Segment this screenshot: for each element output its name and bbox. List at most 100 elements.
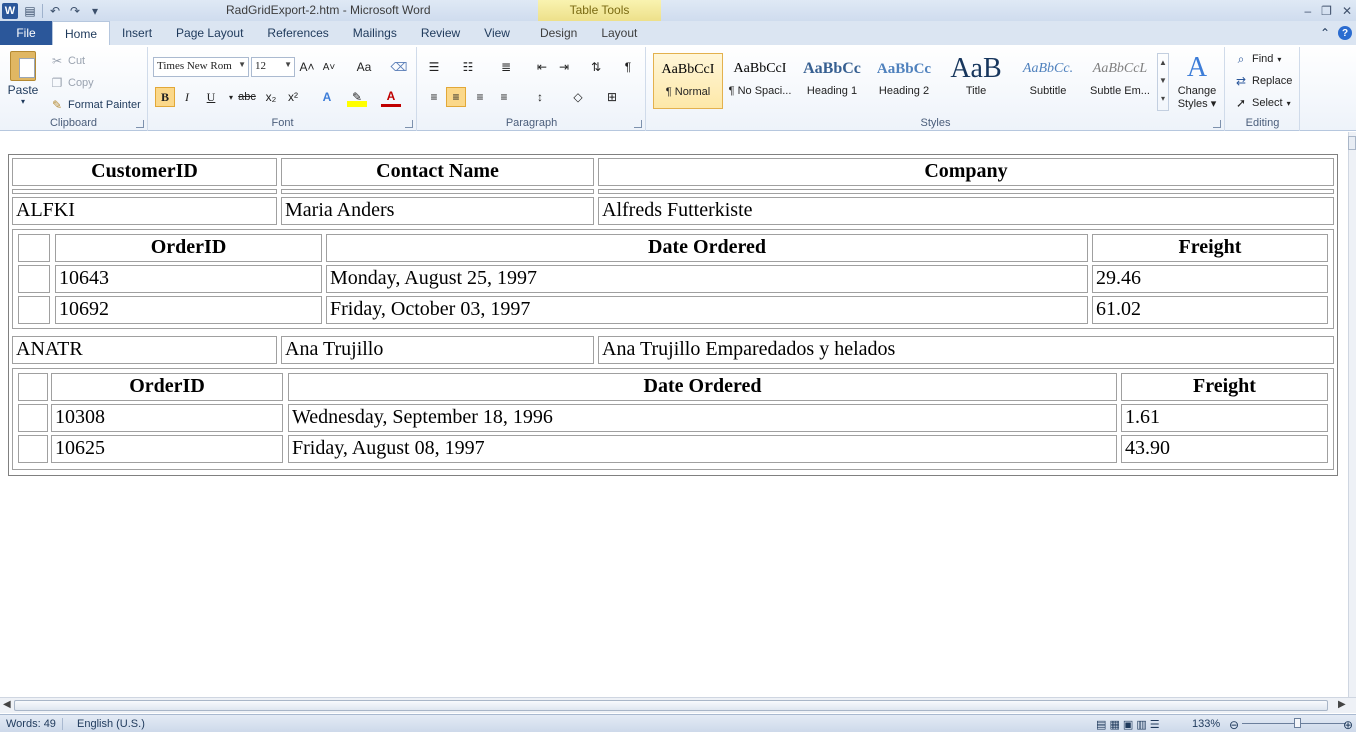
- tab-layout[interactable]: Layout: [589, 21, 649, 45]
- zoom-level[interactable]: 133%: [1192, 718, 1220, 730]
- clear-formatting-icon[interactable]: ⌫: [389, 57, 409, 77]
- tab-design[interactable]: Design: [528, 21, 589, 45]
- superscript-button[interactable]: x²: [283, 87, 303, 107]
- tab-home[interactable]: Home: [52, 21, 111, 45]
- clipboard-launcher-icon[interactable]: [136, 120, 144, 128]
- table-row-order-id: 10308: [51, 404, 283, 432]
- subscript-button[interactable]: x₂: [261, 87, 281, 107]
- change-case-button[interactable]: Aa: [351, 57, 377, 77]
- font-size-combo[interactable]: 12 ▼: [251, 57, 295, 77]
- style-heading-2[interactable]: AaBbCc Heading 2: [869, 53, 939, 109]
- table-row-company: Ana Trujillo Emparedados y helados: [598, 336, 1334, 364]
- word-count[interactable]: Words: 49: [6, 718, 56, 730]
- table-row-freight: 61.02: [1092, 296, 1328, 324]
- bold-button[interactable]: B: [155, 87, 175, 107]
- increase-indent-icon[interactable]: ⇥: [554, 57, 574, 77]
- tab-file[interactable]: File: [0, 21, 52, 45]
- styles-gallery-scroll[interactable]: ▲ ▼ ▾: [1157, 53, 1169, 111]
- table-row-date-ordered: Friday, August 08, 1997: [288, 435, 1117, 463]
- align-center-icon[interactable]: ≡: [446, 87, 466, 107]
- style-subtle-emphasis[interactable]: AaBbCcL Subtle Em...: [1085, 53, 1155, 109]
- shading-icon[interactable]: ◇: [568, 87, 588, 107]
- font-color-button[interactable]: A: [381, 87, 401, 107]
- minimize-ribbon-icon[interactable]: ⌃: [1320, 26, 1330, 40]
- zoom-out-icon[interactable]: ⊖: [1229, 718, 1239, 732]
- redo-icon[interactable]: ↷: [67, 3, 83, 19]
- change-styles-label: Change: [1177, 85, 1217, 97]
- vertical-scrollbar[interactable]: [1348, 132, 1356, 697]
- line-spacing-icon[interactable]: ↕: [530, 87, 550, 107]
- font-group-label: Font: [271, 117, 294, 129]
- tab-view[interactable]: View: [472, 21, 522, 45]
- font-launcher-icon[interactable]: [405, 120, 413, 128]
- chevron-down-icon: ▾: [1286, 98, 1291, 108]
- borders-icon[interactable]: ⊞: [602, 87, 622, 107]
- show-formatting-button[interactable]: ¶: [618, 57, 638, 77]
- style-name: Subtle Em...: [1090, 85, 1150, 97]
- zoom-in-icon[interactable]: ⊕: [1343, 718, 1353, 732]
- shrink-font-button[interactable]: A˅: [319, 57, 339, 77]
- style-sample: AaBbCcI: [661, 62, 715, 77]
- multilevel-list-icon[interactable]: ≣: [496, 57, 516, 77]
- style-normal[interactable]: AaBbCcI ¶ Normal: [653, 53, 723, 109]
- italic-button[interactable]: I: [177, 87, 197, 107]
- select-button[interactable]: ➚ Select ▾: [1234, 93, 1291, 113]
- table-row-freight: 29.46: [1092, 265, 1328, 293]
- align-right-icon[interactable]: ≡: [470, 87, 490, 107]
- select-label: Select: [1252, 97, 1283, 109]
- tab-insert[interactable]: Insert: [110, 21, 164, 45]
- decrease-indent-icon[interactable]: ⇤: [532, 57, 552, 77]
- close-button[interactable]: ✕: [1342, 4, 1352, 18]
- align-left-icon[interactable]: ≡: [424, 87, 444, 107]
- tab-mailings[interactable]: Mailings: [341, 21, 409, 45]
- style-heading-1[interactable]: AaBbCc Heading 1: [797, 53, 867, 109]
- grow-font-button[interactable]: A˄: [297, 57, 317, 77]
- styles-group-label: Styles: [920, 117, 951, 129]
- tab-references[interactable]: References: [255, 21, 340, 45]
- scroll-left-icon[interactable]: ◀: [3, 699, 11, 710]
- style-title[interactable]: AaB Title: [941, 53, 1011, 109]
- style-no-spacing[interactable]: AaBbCcI ¶ No Spaci...: [725, 53, 795, 109]
- cut-button[interactable]: ✂ Cut: [50, 51, 85, 71]
- underline-button[interactable]: U: [201, 87, 221, 107]
- justify-icon[interactable]: ≡: [494, 87, 514, 107]
- scroll-right-icon[interactable]: ▶: [1338, 699, 1346, 710]
- word-logo-icon[interactable]: W: [2, 2, 18, 19]
- numbering-icon[interactable]: ☷: [458, 57, 478, 77]
- undo-icon[interactable]: ↶: [47, 3, 63, 19]
- view-buttons[interactable]: ▤ ▦ ▣ ▥ ☰: [1096, 718, 1160, 731]
- highlight-icon[interactable]: ✎: [347, 87, 367, 107]
- minimize-button[interactable]: –: [1304, 4, 1311, 18]
- save-icon[interactable]: ▤: [22, 3, 38, 19]
- help-icon[interactable]: ?: [1338, 26, 1352, 40]
- document-area[interactable]: CustomerID Contact Name Company ALFKI Ma…: [0, 132, 1348, 697]
- customize-qat-icon[interactable]: ▾: [87, 3, 103, 19]
- format-painter-button[interactable]: ✎ Format Painter: [50, 95, 141, 115]
- paragraph-launcher-icon[interactable]: [634, 120, 642, 128]
- strikethrough-button[interactable]: abc: [235, 87, 259, 107]
- bullets-icon[interactable]: ☰: [424, 57, 444, 77]
- font-name-combo[interactable]: Times New Rom ▼: [153, 57, 249, 77]
- status-divider: [62, 718, 63, 730]
- find-button[interactable]: ⌕ Find ▾: [1234, 49, 1282, 69]
- change-styles-button[interactable]: A Change Styles ▾: [1173, 51, 1221, 110]
- tab-review[interactable]: Review: [409, 21, 472, 45]
- zoom-slider-knob[interactable]: [1294, 718, 1301, 728]
- sort-icon[interactable]: ⇅: [586, 57, 606, 77]
- language-indicator[interactable]: English (U.S.): [77, 718, 145, 730]
- style-subtitle[interactable]: AaBbCc. Subtitle: [1013, 53, 1083, 109]
- replace-button[interactable]: ⇄ Replace: [1234, 71, 1292, 91]
- style-sample: AaBbCcI: [733, 61, 787, 76]
- horizontal-scroll-thumb[interactable]: [14, 700, 1328, 711]
- tab-page-layout[interactable]: Page Layout: [164, 21, 255, 45]
- view-ruler-button[interactable]: [1348, 136, 1356, 150]
- paste-button[interactable]: Paste ▾: [6, 51, 40, 106]
- text-effects-icon[interactable]: A: [317, 87, 337, 107]
- format-painter-label: Format Painter: [68, 99, 141, 111]
- restore-button[interactable]: ❐: [1321, 4, 1332, 18]
- detail-expand-cell: [18, 404, 48, 432]
- table-row-company: Alfreds Futterkiste: [598, 197, 1334, 225]
- copy-button[interactable]: ❐ Copy: [50, 73, 94, 93]
- horizontal-scrollbar[interactable]: ◀ ▶: [0, 697, 1356, 713]
- styles-launcher-icon[interactable]: [1213, 120, 1221, 128]
